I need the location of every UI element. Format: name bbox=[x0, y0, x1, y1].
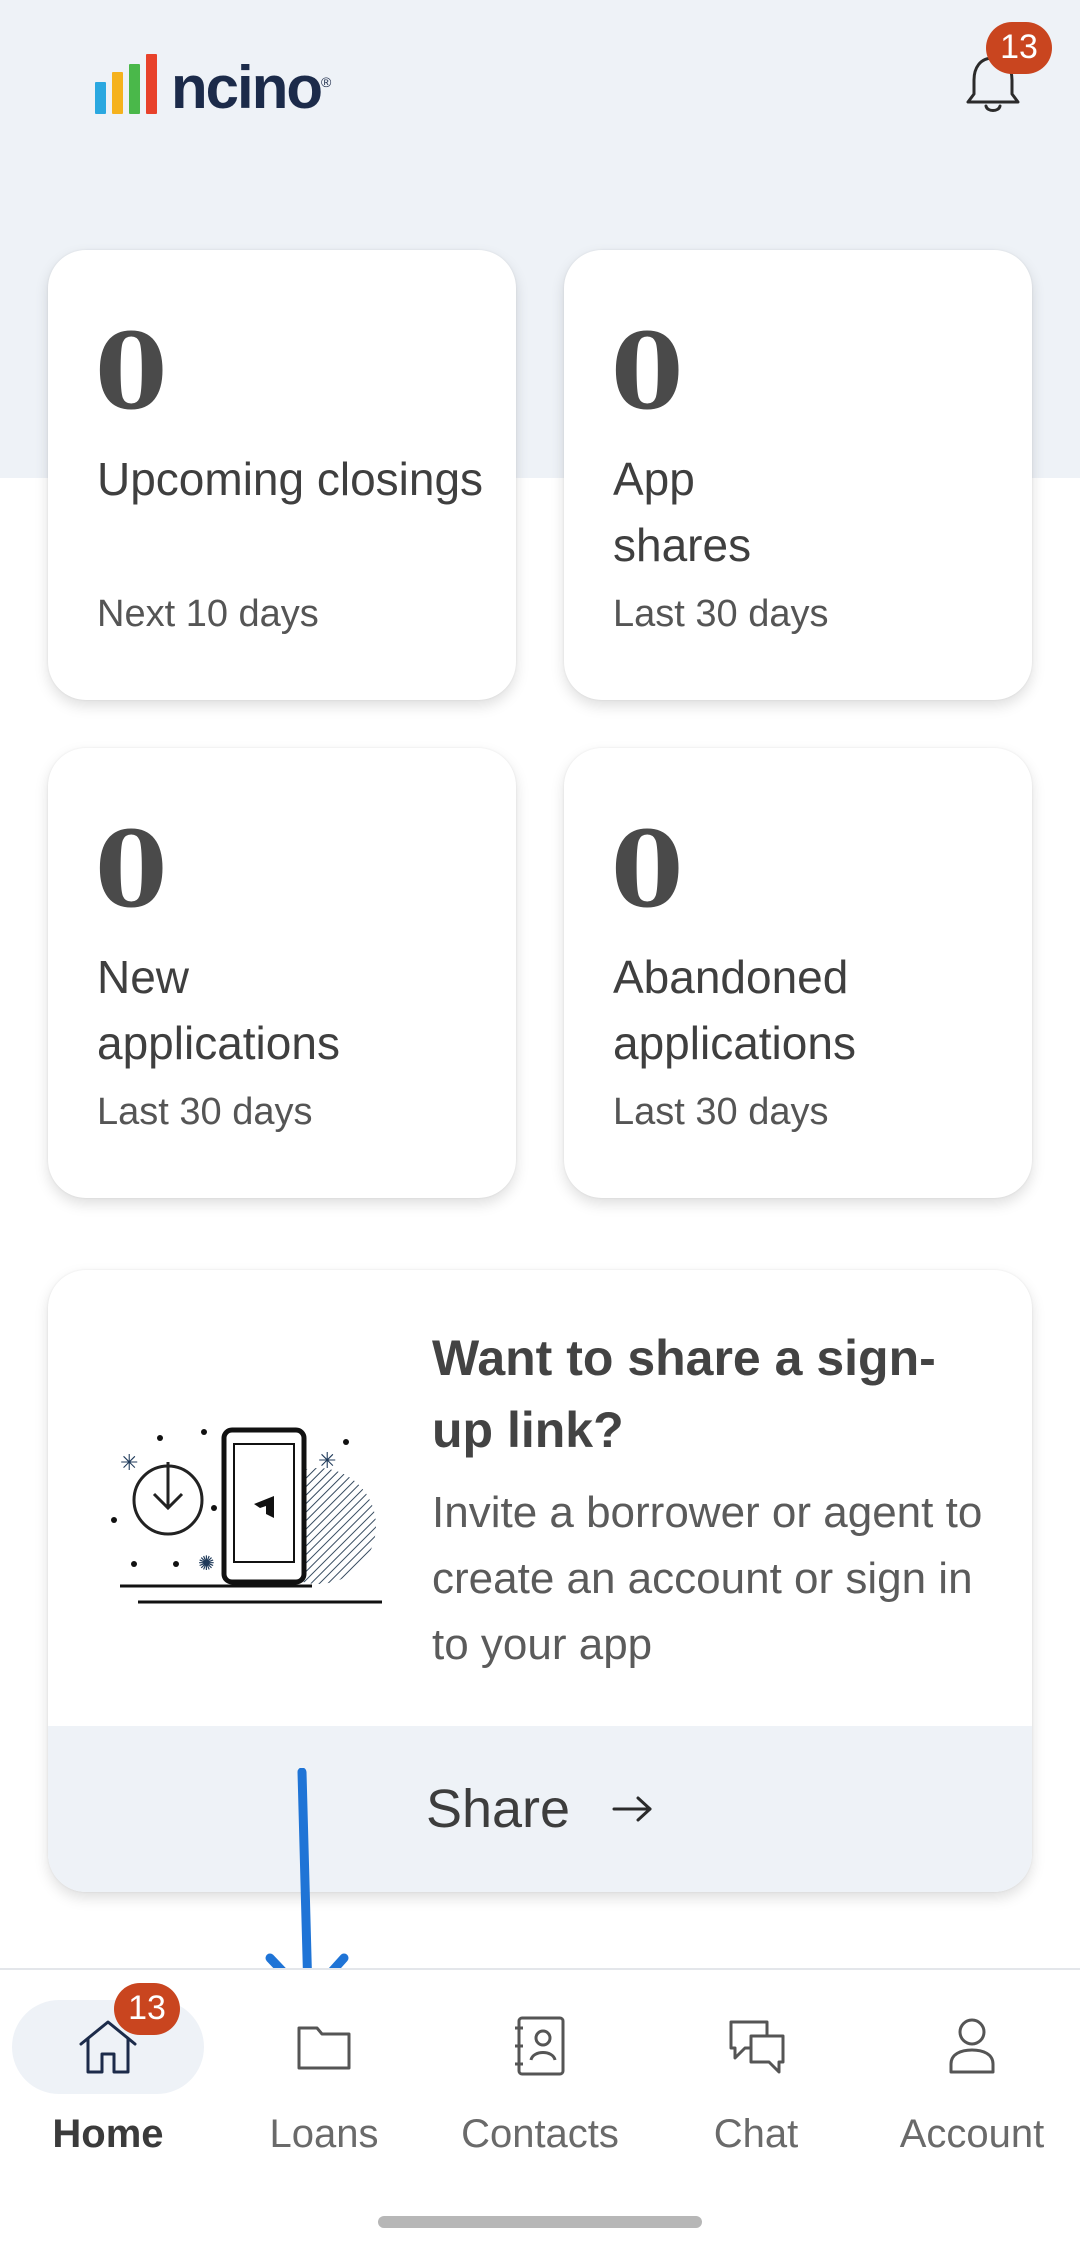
notification-badge: 13 bbox=[986, 22, 1052, 74]
stat-value: 0 bbox=[95, 310, 168, 433]
share-signup-card: ✳ ✳ ✺ Want to share a sign-up link? Invi… bbox=[48, 1270, 1032, 1892]
nav-label: Contacts bbox=[461, 2112, 619, 2156]
contacts-book-icon bbox=[515, 2016, 565, 2076]
nav-label: Account bbox=[899, 2112, 1045, 2156]
person-icon bbox=[949, 2018, 995, 2074]
ncino-logo: ncino® bbox=[95, 50, 332, 121]
logo-bars-icon bbox=[95, 54, 157, 114]
stat-card-upcoming-closings[interactable]: 0 Upcoming closings Next 10 days bbox=[48, 250, 516, 700]
stat-value: 0 bbox=[611, 310, 684, 433]
home-indicator[interactable] bbox=[378, 2216, 702, 2228]
bottom-navigation: Home 13 Loans Contacts Chat Account bbox=[0, 1968, 1080, 2245]
arrow-right-icon bbox=[612, 1796, 652, 1822]
folder-icon bbox=[297, 2026, 351, 2070]
stat-label: App shares bbox=[613, 453, 752, 571]
svg-text:✺: ✺ bbox=[198, 1553, 215, 1575]
nav-label: Home bbox=[52, 2112, 164, 2156]
nav-label: Loans bbox=[269, 2112, 379, 2156]
stat-card-abandoned-applications[interactable]: 0 Abandoned applications Last 30 days bbox=[564, 748, 1032, 1198]
logo-wordmark: ncino® bbox=[171, 54, 332, 121]
stat-value: 0 bbox=[95, 808, 168, 931]
share-card-title: Want to share a sign-up link? bbox=[432, 1330, 936, 1458]
nav-badge: 13 bbox=[114, 1983, 180, 2035]
nav-item-contacts[interactable]: Contacts bbox=[432, 1970, 648, 2170]
stat-label: Abandoned applications bbox=[613, 951, 856, 1069]
stat-period: Last 30 days bbox=[613, 1091, 829, 1133]
stat-period: Last 30 days bbox=[97, 1091, 313, 1133]
share-button-label: Share bbox=[425, 1779, 571, 1839]
phone-download-illustration: ✳ ✳ ✺ bbox=[111, 1427, 382, 1604]
stat-card-new-applications[interactable]: 0 New applications Last 30 days bbox=[48, 748, 516, 1198]
svg-text:✳: ✳ bbox=[120, 1450, 138, 1475]
nav-item-loans[interactable]: Loans bbox=[216, 1970, 432, 2170]
stat-period: Last 30 days bbox=[613, 593, 829, 635]
share-button[interactable]: Share bbox=[48, 1726, 1032, 1892]
nav-item-home[interactable]: Home 13 bbox=[0, 1970, 216, 2170]
chat-bubbles-icon bbox=[729, 2020, 785, 2074]
stat-period: Next 10 days bbox=[97, 593, 319, 635]
share-card-description: Invite a borrower or agent to create an … bbox=[432, 1488, 983, 1669]
nav-label: Chat bbox=[713, 2112, 799, 2156]
stat-label: New applications bbox=[97, 951, 340, 1069]
stat-card-app-shares[interactable]: 0 App shares Last 30 days bbox=[564, 250, 1032, 700]
stat-value: 0 bbox=[611, 808, 684, 931]
nav-item-account[interactable]: Account bbox=[864, 1970, 1080, 2170]
stat-label: Upcoming closings bbox=[97, 453, 484, 505]
svg-text:✳: ✳ bbox=[318, 1448, 336, 1473]
nav-item-chat[interactable]: Chat bbox=[648, 1970, 864, 2170]
